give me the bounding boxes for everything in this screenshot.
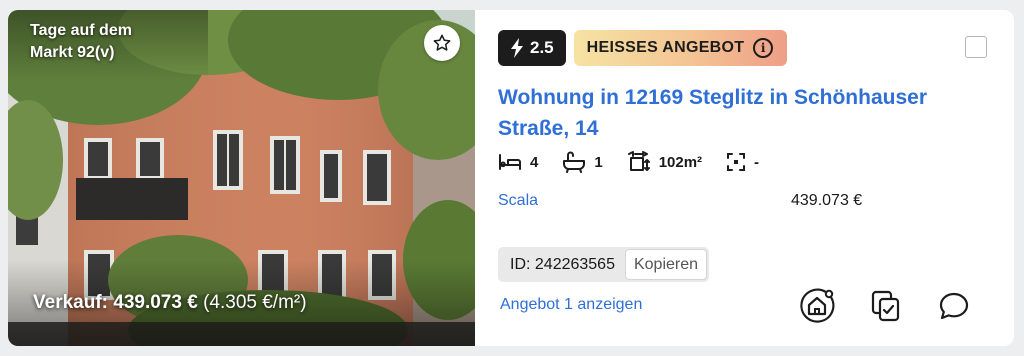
area-icon — [627, 151, 650, 171]
bed-icon — [499, 154, 521, 170]
feature-extra: - — [726, 152, 759, 172]
area-value: 102m² — [658, 153, 703, 171]
select-checkbox[interactable] — [965, 36, 987, 58]
days-on-market-line2: Markt 92(v) — [30, 44, 115, 61]
feature-bathrooms: 1 — [562, 151, 603, 173]
listing-price: 439.073 € — [791, 192, 863, 209]
score-badge: 2.5 — [498, 30, 566, 66]
copy-check-icon — [871, 290, 900, 322]
hot-offer-badge[interactable]: HEISSES ANGEBOT i — [573, 30, 788, 66]
chat-bubble-icon — [939, 292, 969, 320]
copy-id-button[interactable]: Kopieren — [624, 249, 708, 280]
info-icon[interactable]: i — [753, 38, 774, 58]
copy-action-button[interactable] — [866, 286, 906, 326]
hot-offer-label: HEISSES ANGEBOT — [586, 39, 745, 56]
chat-action-button[interactable] — [934, 286, 974, 326]
show-offer-link[interactable]: Angebot 1 anzeigen — [500, 296, 642, 314]
feature-area: 102m² — [627, 150, 702, 174]
features-row: 4 1 102m² - — [498, 150, 783, 174]
extra-value: - — [754, 153, 760, 171]
listing-id: ID: 242263565 — [510, 255, 615, 273]
badges: 2.5 HEISSES ANGEBOT i — [498, 30, 788, 66]
sale-price: Verkauf: 439.073 € (4.305 €/m²) — [33, 292, 307, 314]
dashed-square-icon — [727, 153, 746, 171]
bathrooms-value: 1 — [594, 153, 603, 171]
listing-card[interactable]: Tage auf dem Markt 92(v) Verkauf: 439.07… — [8, 10, 1014, 346]
house-action-button[interactable] — [797, 286, 837, 326]
lightning-icon — [511, 38, 523, 58]
sale-price-total: Verkauf: 439.073 € — [33, 292, 198, 313]
days-on-market-line1: Tage auf dem — [30, 22, 132, 39]
feature-bedrooms: 4 — [498, 153, 538, 171]
listing-id-box: ID: 242263565 Kopieren — [498, 247, 710, 282]
bedrooms-value: 4 — [530, 153, 539, 171]
listing-title[interactable]: Wohnung in 12169 Steglitz in Schönhauser… — [498, 82, 968, 144]
listing-photo[interactable]: Tage auf dem Markt 92(v) Verkauf: 439.07… — [8, 10, 475, 346]
favorite-button[interactable] — [424, 25, 460, 61]
sale-price-per-sqm: (4.305 €/m²) — [203, 292, 307, 313]
bathtub-icon — [563, 151, 586, 173]
days-on-market: Tage auf dem Markt 92(v) — [30, 20, 132, 64]
agent-link[interactable]: Scala — [498, 192, 538, 210]
house-notification-icon — [800, 288, 835, 323]
score-value: 2.5 — [530, 38, 554, 57]
star-icon — [433, 34, 451, 51]
